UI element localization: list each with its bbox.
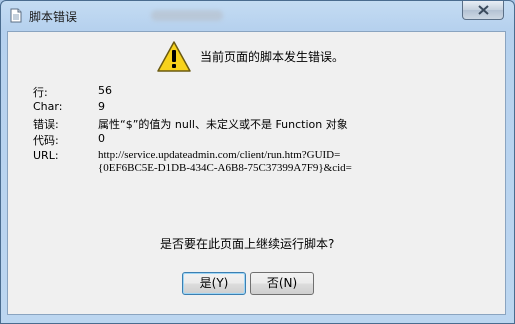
url-value-line2: {0EF6BC5E-D1DB-434C-A6B8-75C37399A7F9}&c… [98, 162, 352, 174]
title-bar[interactable]: 脚本错误 [1, 1, 514, 31]
char-value: 9 [98, 100, 105, 113]
document-icon [10, 8, 22, 23]
code-value: 0 [98, 132, 105, 145]
char-label: Char: [33, 100, 63, 113]
blurred-title-region [151, 10, 223, 21]
close-icon [478, 5, 489, 15]
continue-question: 是否要在此页面上继续运行脚本? [160, 237, 335, 251]
error-label: 错误: [33, 118, 59, 131]
yes-button[interactable]: 是(Y) [182, 272, 246, 295]
code-label: 代码: [33, 134, 59, 147]
no-button[interactable]: 否(N) [250, 272, 314, 295]
url-value-line1: http://service.updateadmin.com/client/ru… [98, 149, 341, 161]
line-label: 行: [33, 86, 48, 99]
warning-icon [157, 41, 191, 72]
script-error-dialog: 脚本错误 当前页面的脚本发生错误。 行: 56 Char: 9 错误: 属性“$… [0, 0, 515, 324]
error-headline: 当前页面的脚本发生错误。 [200, 50, 345, 64]
window-title: 脚本错误 [29, 10, 78, 24]
url-label: URL: [33, 149, 59, 162]
line-value: 56 [98, 84, 112, 97]
close-button[interactable] [462, 1, 504, 20]
dialog-body: 当前页面的脚本发生错误。 行: 56 Char: 9 错误: 属性“$”的值为 … [7, 31, 506, 315]
error-value: 属性“$”的值为 null、未定义或不是 Function 对象 [98, 118, 348, 131]
